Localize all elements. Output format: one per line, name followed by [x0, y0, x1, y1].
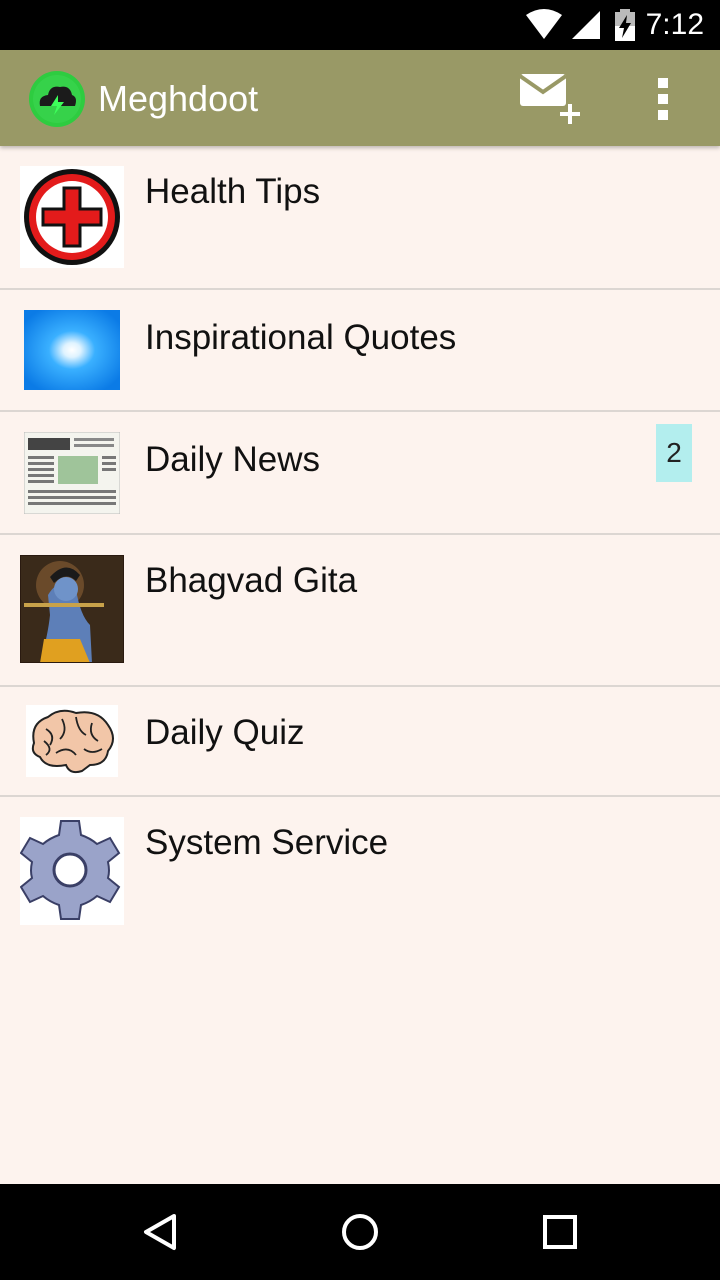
list-item-label: Daily News [145, 440, 321, 479]
overflow-menu-icon[interactable] [650, 76, 678, 122]
gear-icon [20, 817, 124, 925]
list-item-label: Inspirational Quotes [145, 318, 457, 357]
unread-count-badge: 2 [656, 424, 692, 482]
channel-list: Health Tips Inspirational Quotes Daily N… [0, 146, 720, 929]
list-item-bhagvad-gita[interactable]: Bhagvad Gita [0, 535, 720, 687]
battery-charging-icon [615, 9, 635, 41]
list-item-label: Health Tips [145, 172, 321, 211]
compose-message-icon[interactable] [518, 70, 586, 126]
signal-icon [572, 11, 600, 39]
navigation-bar [0, 1184, 720, 1280]
list-item-system-service[interactable]: System Service [0, 797, 720, 929]
list-item-inspirational-quotes[interactable]: Inspirational Quotes [0, 290, 720, 412]
red-cross-icon [20, 166, 124, 268]
back-icon[interactable] [140, 1212, 180, 1252]
list-item-daily-quiz[interactable]: Daily Quiz [0, 687, 720, 797]
list-item-label: Daily Quiz [145, 713, 305, 752]
newspaper-icon [24, 432, 120, 514]
status-bar: 7:12 [0, 0, 720, 50]
list-item-health-tips[interactable]: Health Tips [0, 146, 720, 290]
home-icon[interactable] [340, 1212, 380, 1252]
list-item-label: Bhagvad Gita [145, 561, 358, 600]
krishna-image [20, 555, 124, 663]
wifi-icon [526, 9, 562, 39]
sunburst-icon [24, 310, 120, 390]
cloud-lightning-icon [29, 71, 85, 127]
app-bar: Meghdoot [0, 50, 720, 146]
app-title: Meghdoot [98, 78, 259, 119]
recents-icon[interactable] [540, 1214, 580, 1250]
list-item-daily-news[interactable]: Daily News 2 [0, 412, 720, 535]
status-time: 7:12 [645, 8, 704, 41]
brain-icon [26, 705, 118, 777]
list-item-label: System Service [145, 823, 389, 862]
